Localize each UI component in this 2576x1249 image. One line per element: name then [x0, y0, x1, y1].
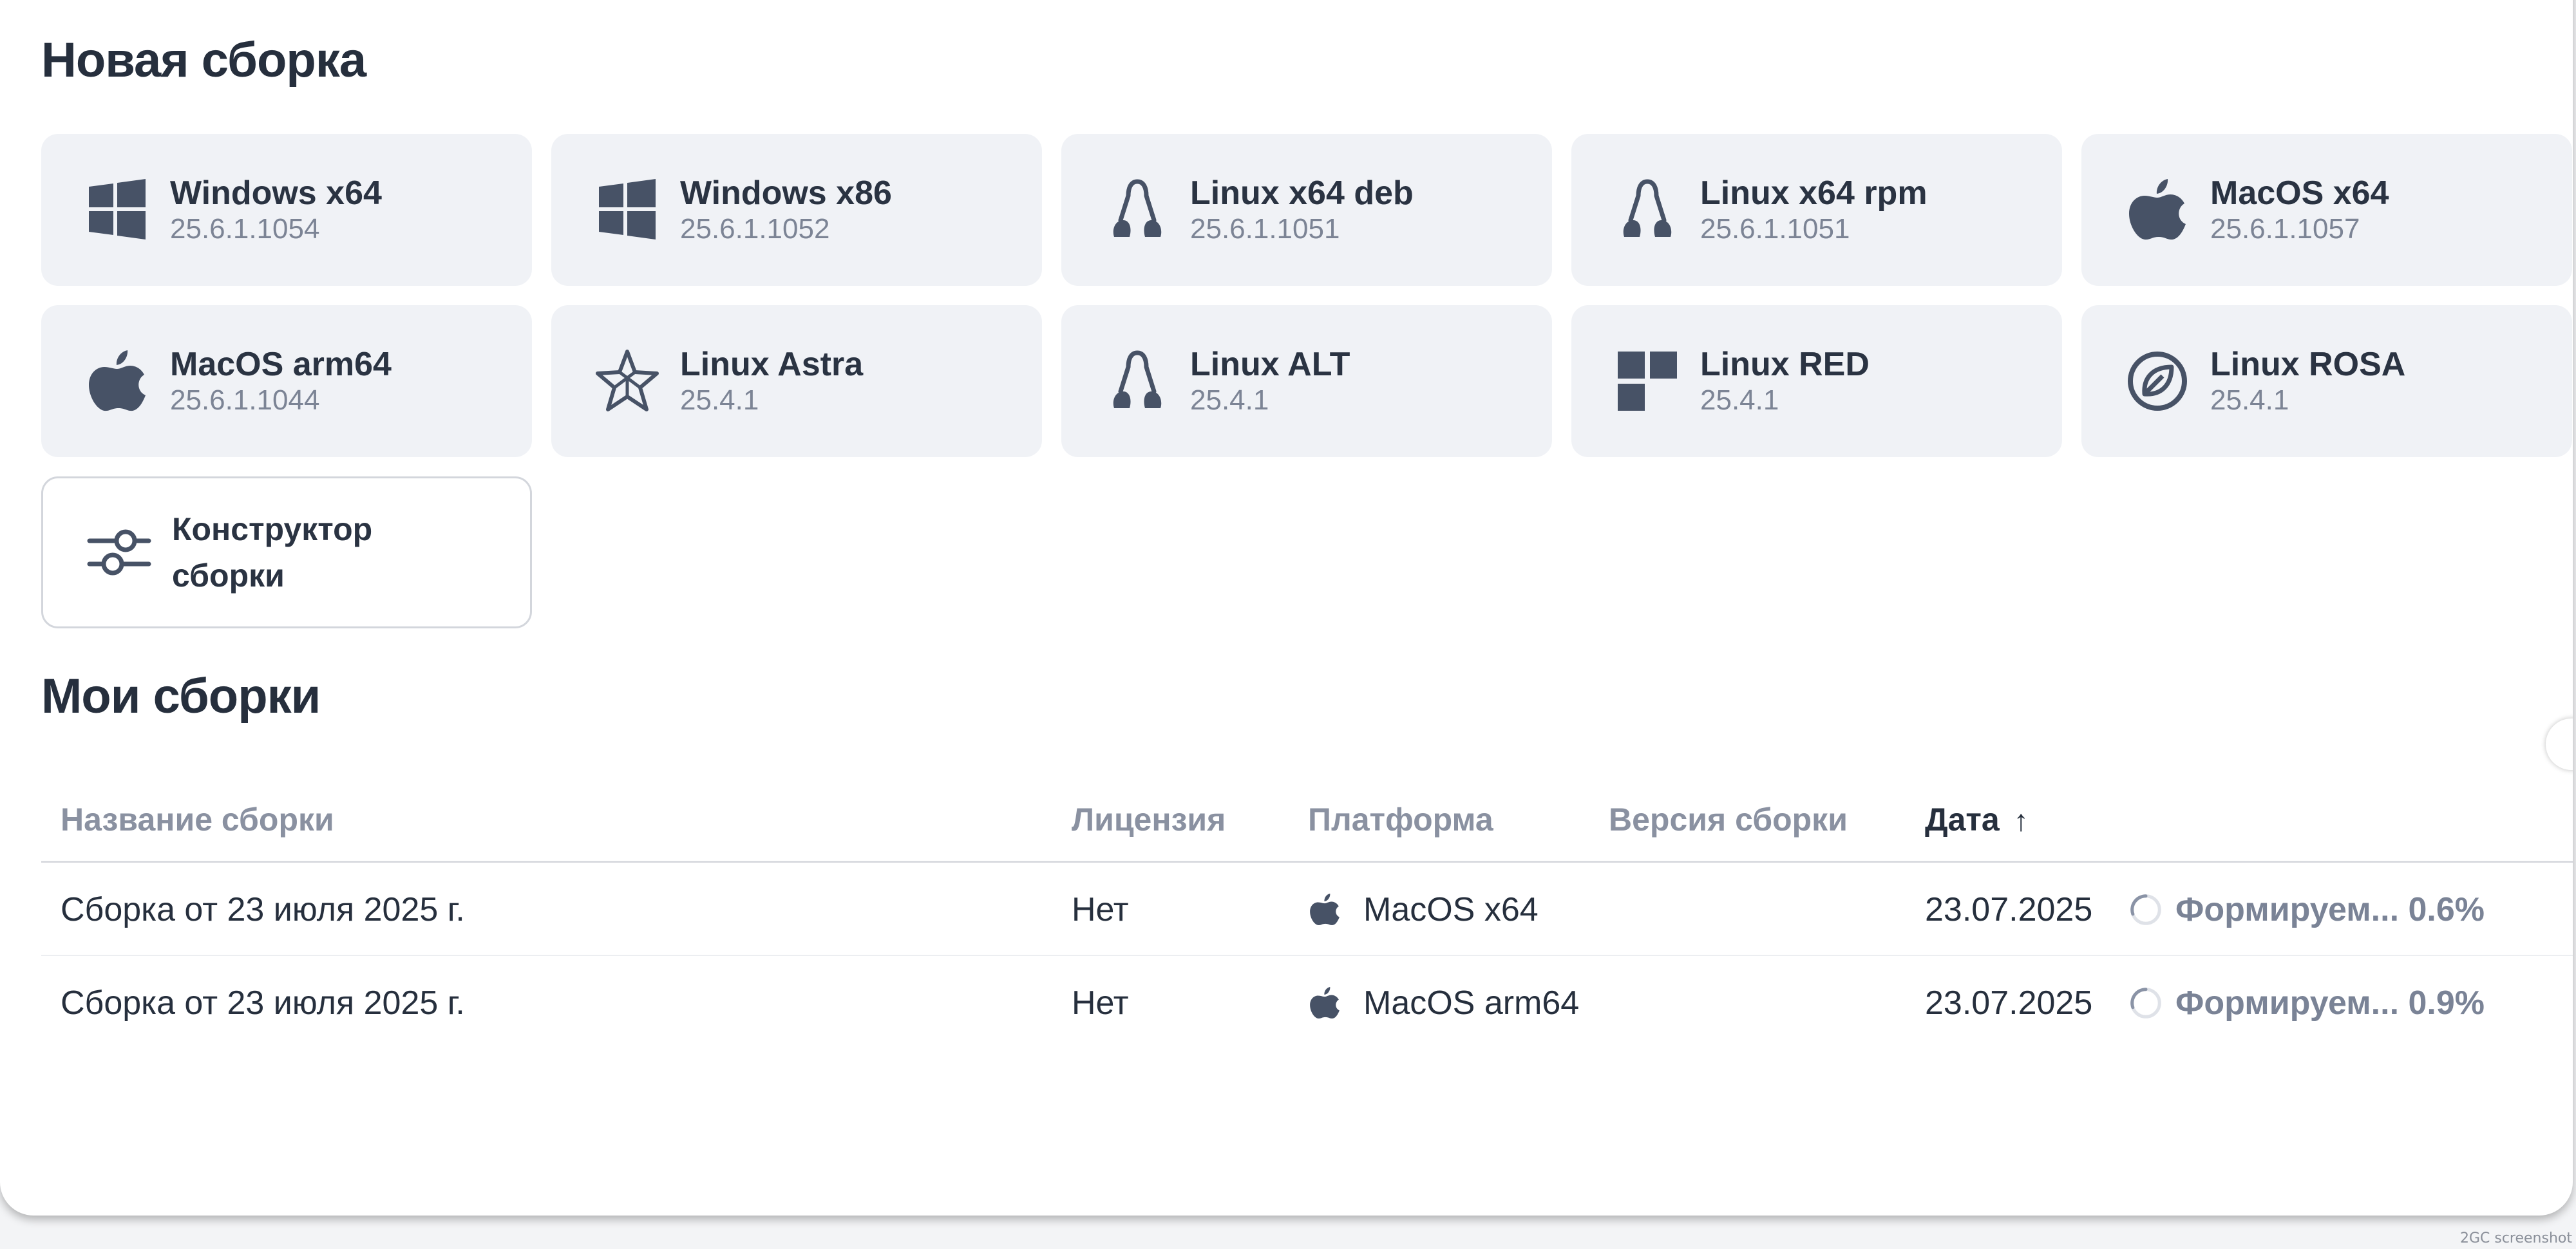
builds-table: Название сборки Лицензия Платформа Верси…: [41, 774, 2573, 1049]
windows-icon: [595, 178, 659, 242]
builder-label-line1: Конструктор: [172, 511, 373, 547]
platform-card-linux-x64-deb[interactable]: Linux x64 deb 25.6.1.1051: [1061, 134, 1552, 286]
build-status-text: Формируем...: [2175, 984, 2400, 1022]
platform-name: Linux Astra: [680, 346, 864, 383]
platform-name: Linux x64 rpm: [1700, 174, 1927, 212]
rosa-icon: [2125, 349, 2190, 413]
side-panel-toggle-button[interactable]: [2546, 718, 2573, 770]
build-platform-name: MacOS x64: [1363, 890, 1539, 928]
build-name: Сборка от 23 июля 2025 г.: [61, 890, 465, 928]
platform-version: 25.6.1.1052: [680, 213, 830, 245]
platform-name: MacOS arm64: [170, 346, 392, 383]
build-license: Нет: [1072, 890, 1129, 928]
platform-name: Windows x86: [680, 174, 892, 212]
build-status: Формируем... 0.6%: [2128, 863, 2485, 956]
my-builds-title: Мои сборки: [41, 669, 321, 724]
column-header-version[interactable]: Версия сборки: [1609, 801, 1848, 838]
platform-name: Windows x64: [170, 174, 382, 212]
build-date: 23.07.2025: [1925, 890, 2093, 928]
sort-ascending-icon: ↑: [2013, 803, 2029, 837]
windows-icon: [85, 178, 149, 242]
build-status: Формируем... 0.9%: [2128, 956, 2485, 1049]
column-header-license[interactable]: Лицензия: [1072, 801, 1226, 838]
spinner-icon: [2128, 985, 2164, 1021]
astra-star-icon: [595, 349, 659, 413]
watermark: 2GC screenshot: [2459, 1230, 2572, 1246]
platform-version: 25.6.1.1051: [1700, 213, 1850, 245]
sliders-icon: [87, 520, 151, 585]
platform-name: MacOS x64: [2210, 174, 2389, 212]
build-name: Сборка от 23 июля 2025 г.: [61, 984, 465, 1022]
platform-card-linux-astra[interactable]: Linux Astra 25.4.1: [551, 305, 1042, 457]
platform-version: 25.4.1: [680, 384, 759, 416]
platform-name: Linux ROSA: [2210, 346, 2406, 383]
platform-version: 25.4.1: [1700, 384, 1779, 416]
platform-card-linux-red[interactable]: Linux RED 25.4.1: [1571, 305, 2062, 457]
platform-grid: Windows x64 25.6.1.1054 Windows x86 25.6.1…: [41, 134, 2572, 628]
column-header-name[interactable]: Название сборки: [61, 801, 334, 838]
build-date: 23.07.2025: [1925, 984, 2093, 1022]
platform-version: 25.6.1.1044: [170, 384, 320, 416]
table-row[interactable]: Сборка от 23 июля 2025 г. Нет MacOS arm6…: [41, 956, 2573, 1049]
platform-name: Linux RED: [1700, 346, 1870, 383]
builds-panel: Новая сборка Windows x64 25.6.1.1054 Wind…: [0, 0, 2573, 1216]
linux-icon: [1105, 178, 1170, 242]
platform-version: 25.6.1.1054: [170, 213, 320, 245]
column-header-date-label: Дата: [1925, 802, 2000, 838]
build-platform-name: MacOS arm64: [1363, 984, 1580, 1022]
platform-version: 25.6.1.1057: [2210, 213, 2360, 245]
linux-icon: [1105, 349, 1170, 413]
apple-icon: [2125, 178, 2190, 242]
platform-card-linux-rosa[interactable]: Linux ROSA 25.4.1: [2081, 305, 2572, 457]
column-header-date[interactable]: Дата ↑: [1925, 801, 2029, 838]
column-header-platform[interactable]: Платформа: [1308, 801, 1493, 838]
platform-card-windows-x64[interactable]: Windows x64 25.6.1.1054: [41, 134, 532, 286]
build-platform: MacOS x64: [1308, 863, 1539, 956]
platform-version: 25.4.1: [1190, 384, 1269, 416]
table-header: Название сборки Лицензия Платформа Верси…: [41, 774, 2573, 863]
platform-version: 25.4.1: [2210, 384, 2289, 416]
platform-card-linux-x64-rpm[interactable]: Linux x64 rpm 25.6.1.1051: [1571, 134, 2062, 286]
build-progress: 0.9%: [2408, 984, 2485, 1022]
linux-icon: [1615, 178, 1680, 242]
new-build-title: Новая сборка: [41, 33, 366, 88]
build-progress: 0.6%: [2408, 890, 2485, 928]
apple-icon: [85, 349, 149, 413]
build-status-text: Формируем...: [2175, 890, 2400, 928]
platform-card-macos-x64[interactable]: MacOS x64 25.6.1.1057: [2081, 134, 2572, 286]
platform-name: Linux x64 deb: [1190, 174, 1414, 212]
red-os-icon: [1615, 349, 1680, 413]
platform-card-windows-x86[interactable]: Windows x86 25.6.1.1052: [551, 134, 1042, 286]
build-platform: MacOS arm64: [1308, 956, 1579, 1049]
table-row[interactable]: Сборка от 23 июля 2025 г. Нет MacOS x64 …: [41, 863, 2573, 956]
builder-label-line2: сборки: [172, 558, 285, 594]
apple-icon: [1308, 893, 1341, 926]
platform-version: 25.6.1.1051: [1190, 213, 1340, 245]
platform-name: Linux ALT: [1190, 346, 1350, 383]
platform-card-macos-arm64[interactable]: MacOS arm64 25.6.1.1044: [41, 305, 532, 457]
build-constructor-button[interactable]: Конструктор сборки: [41, 476, 532, 628]
platform-card-linux-alt[interactable]: Linux ALT 25.4.1: [1061, 305, 1552, 457]
apple-icon: [1308, 986, 1341, 1020]
spinner-icon: [2128, 892, 2164, 928]
build-license: Нет: [1072, 984, 1129, 1022]
